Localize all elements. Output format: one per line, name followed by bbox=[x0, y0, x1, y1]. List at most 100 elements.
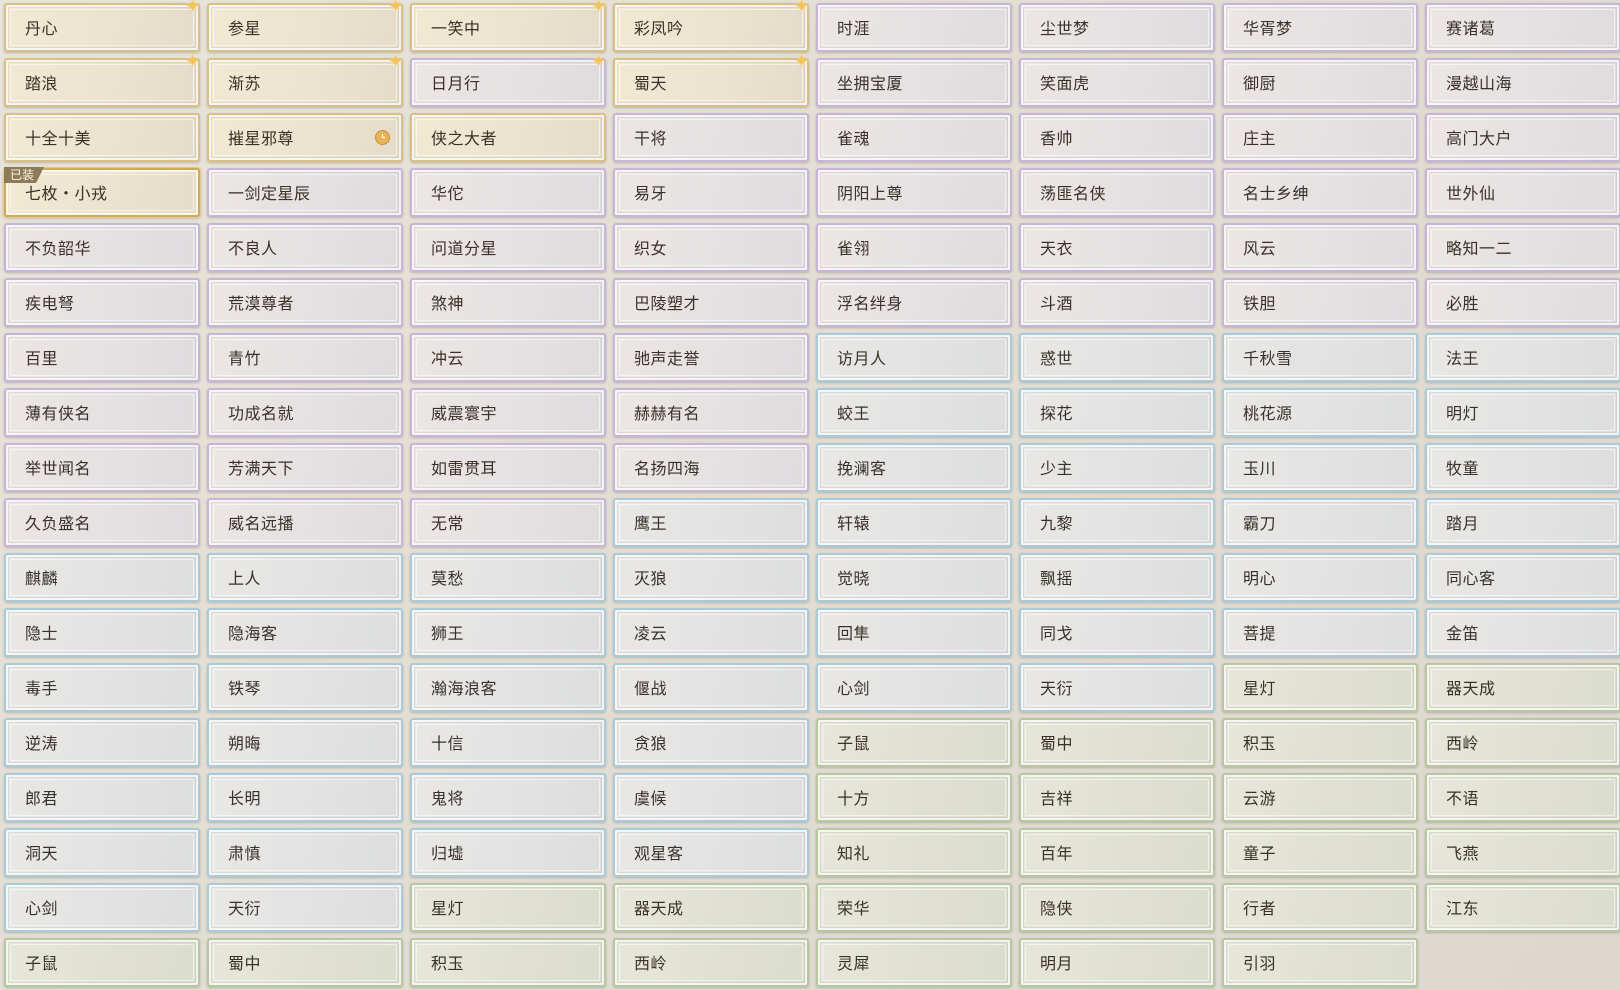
title-tile[interactable]: 心剑 bbox=[4, 883, 200, 932]
title-tile[interactable]: 不负韶华 bbox=[4, 223, 200, 272]
title-tile[interactable]: 隐海客 bbox=[207, 608, 403, 657]
title-tile[interactable]: 狮王 bbox=[410, 608, 606, 657]
title-tile[interactable]: 虞候 bbox=[613, 773, 809, 822]
title-tile[interactable]: 器天成 bbox=[1425, 663, 1620, 712]
title-tile[interactable]: 隐士 bbox=[4, 608, 200, 657]
title-tile[interactable]: 访月人 bbox=[816, 333, 1012, 382]
title-tile[interactable]: 江东 bbox=[1425, 883, 1620, 932]
title-tile[interactable]: 华佗 bbox=[410, 168, 606, 217]
title-tile[interactable]: 问道分星 bbox=[410, 223, 606, 272]
title-tile[interactable]: 明月 bbox=[1019, 938, 1215, 987]
title-tile[interactable]: 桃花源 bbox=[1222, 388, 1418, 437]
title-tile[interactable]: 漫越山海 bbox=[1425, 58, 1620, 107]
title-tile[interactable]: 华胥梦 bbox=[1222, 3, 1418, 52]
title-tile[interactable]: 心剑 bbox=[816, 663, 1012, 712]
title-tile[interactable]: 九黎 bbox=[1019, 498, 1215, 547]
title-tile[interactable]: 天衣 bbox=[1019, 223, 1215, 272]
title-tile[interactable]: 牧童 bbox=[1425, 443, 1620, 492]
title-tile[interactable]: 毒手 bbox=[4, 663, 200, 712]
title-tile[interactable]: 久负盛名 bbox=[4, 498, 200, 547]
title-tile[interactable]: 侠之大者 bbox=[410, 113, 606, 162]
title-tile[interactable]: 踏浪 ✦ bbox=[4, 53, 200, 107]
title-tile[interactable]: 莫愁 bbox=[410, 553, 606, 602]
title-tile[interactable]: 灵犀 bbox=[816, 938, 1012, 987]
title-tile[interactable]: 疾电弩 bbox=[4, 278, 200, 327]
title-tile[interactable]: 菩提 bbox=[1222, 608, 1418, 657]
title-tile[interactable]: 青竹 bbox=[207, 333, 403, 382]
title-tile[interactable]: 上人 bbox=[207, 553, 403, 602]
title-tile[interactable]: 知礼 bbox=[816, 828, 1012, 877]
title-tile[interactable]: 踏月 bbox=[1425, 498, 1620, 547]
title-tile[interactable]: 同戈 bbox=[1019, 608, 1215, 657]
title-tile[interactable]: 童子 bbox=[1222, 828, 1418, 877]
title-tile[interactable]: 十全十美 bbox=[4, 113, 200, 162]
title-tile[interactable]: 易牙 bbox=[613, 168, 809, 217]
title-tile[interactable]: 隐侠 bbox=[1019, 883, 1215, 932]
title-tile[interactable]: 举世闻名 bbox=[4, 443, 200, 492]
title-tile[interactable]: 惑世 bbox=[1019, 333, 1215, 382]
title-tile[interactable]: 贪狼 bbox=[613, 718, 809, 767]
title-tile[interactable]: 明灯 bbox=[1425, 388, 1620, 437]
title-tile[interactable]: 荡匪名侠 bbox=[1019, 168, 1215, 217]
title-tile[interactable]: 不语 bbox=[1425, 773, 1620, 822]
title-tile[interactable]: 阴阳上尊 bbox=[816, 168, 1012, 217]
title-tile[interactable]: 荒漠尊者 bbox=[207, 278, 403, 327]
title-tile[interactable]: 归墟 bbox=[410, 828, 606, 877]
title-tile[interactable]: 十方 bbox=[816, 773, 1012, 822]
title-tile[interactable]: 蜀天 ✦ bbox=[613, 53, 809, 107]
title-tile[interactable]: 功成名就 bbox=[207, 388, 403, 437]
title-tile[interactable]: 威震寰宇 bbox=[410, 388, 606, 437]
title-tile[interactable]: 七枚・小戎 已装 bbox=[4, 167, 200, 217]
title-tile[interactable]: 逆涛 bbox=[4, 718, 200, 767]
title-tile[interactable]: 瀚海浪客 bbox=[410, 663, 606, 712]
title-tile[interactable]: 千秋雪 bbox=[1222, 333, 1418, 382]
title-tile[interactable]: 驰声走誉 bbox=[613, 333, 809, 382]
title-tile[interactable]: 名扬四海 bbox=[613, 443, 809, 492]
title-tile[interactable]: 凌云 bbox=[613, 608, 809, 657]
title-tile[interactable]: 鹰王 bbox=[613, 498, 809, 547]
title-tile[interactable]: 无常 bbox=[410, 498, 606, 547]
title-tile[interactable]: 庄主 bbox=[1222, 113, 1418, 162]
title-tile[interactable]: 时涯 bbox=[816, 3, 1012, 52]
title-tile[interactable]: 洞天 bbox=[4, 828, 200, 877]
title-tile[interactable]: 器天成 bbox=[613, 883, 809, 932]
title-tile[interactable]: 香帅 bbox=[1019, 113, 1215, 162]
title-tile[interactable]: 法王 bbox=[1425, 333, 1620, 382]
title-tile[interactable]: 飞燕 bbox=[1425, 828, 1620, 877]
title-tile[interactable]: 摧星邪尊 bbox=[207, 113, 403, 162]
title-tile[interactable]: 探花 bbox=[1019, 388, 1215, 437]
title-tile[interactable]: 行者 bbox=[1222, 883, 1418, 932]
title-tile[interactable]: 麒麟 bbox=[4, 553, 200, 602]
title-tile[interactable]: 蜀中 bbox=[207, 938, 403, 987]
title-tile[interactable]: 芳满天下 bbox=[207, 443, 403, 492]
title-tile[interactable]: 薄有侠名 bbox=[4, 388, 200, 437]
title-tile[interactable]: 巴陵塑才 bbox=[613, 278, 809, 327]
title-tile[interactable]: 西岭 bbox=[1425, 718, 1620, 767]
title-tile[interactable]: 坐拥宝厦 bbox=[816, 58, 1012, 107]
title-tile[interactable]: 十信 bbox=[410, 718, 606, 767]
title-tile[interactable]: 高门大户 bbox=[1425, 113, 1620, 162]
title-tile[interactable]: 必胜 bbox=[1425, 278, 1620, 327]
title-tile[interactable]: 玉川 bbox=[1222, 443, 1418, 492]
title-tile[interactable]: 星灯 bbox=[1222, 663, 1418, 712]
title-tile[interactable]: 轩辕 bbox=[816, 498, 1012, 547]
title-tile[interactable]: 笑面虎 bbox=[1019, 58, 1215, 107]
title-tile[interactable]: 星灯 bbox=[410, 883, 606, 932]
title-tile[interactable]: 御厨 bbox=[1222, 58, 1418, 107]
title-tile[interactable]: 子鼠 bbox=[816, 718, 1012, 767]
title-tile[interactable]: 织女 bbox=[613, 223, 809, 272]
title-tile[interactable]: 偃战 bbox=[613, 663, 809, 712]
title-tile[interactable]: 如雷贯耳 bbox=[410, 443, 606, 492]
title-tile[interactable]: 天衍 bbox=[207, 883, 403, 932]
title-tile[interactable]: 渐苏 ✦ bbox=[207, 53, 403, 107]
title-tile[interactable]: 日月行 ✦ bbox=[410, 53, 606, 107]
title-tile[interactable]: 子鼠 bbox=[4, 938, 200, 987]
title-tile[interactable]: 雀翎 bbox=[816, 223, 1012, 272]
title-tile[interactable]: 引羽 bbox=[1222, 938, 1418, 987]
title-tile[interactable]: 赛诸葛 bbox=[1425, 3, 1620, 52]
title-tile[interactable]: 参星 ✦ bbox=[207, 0, 403, 52]
title-tile[interactable]: 少主 bbox=[1019, 443, 1215, 492]
title-tile[interactable]: 略知一二 bbox=[1425, 223, 1620, 272]
title-tile[interactable]: 蛟王 bbox=[816, 388, 1012, 437]
title-tile[interactable]: 名士乡绅 bbox=[1222, 168, 1418, 217]
